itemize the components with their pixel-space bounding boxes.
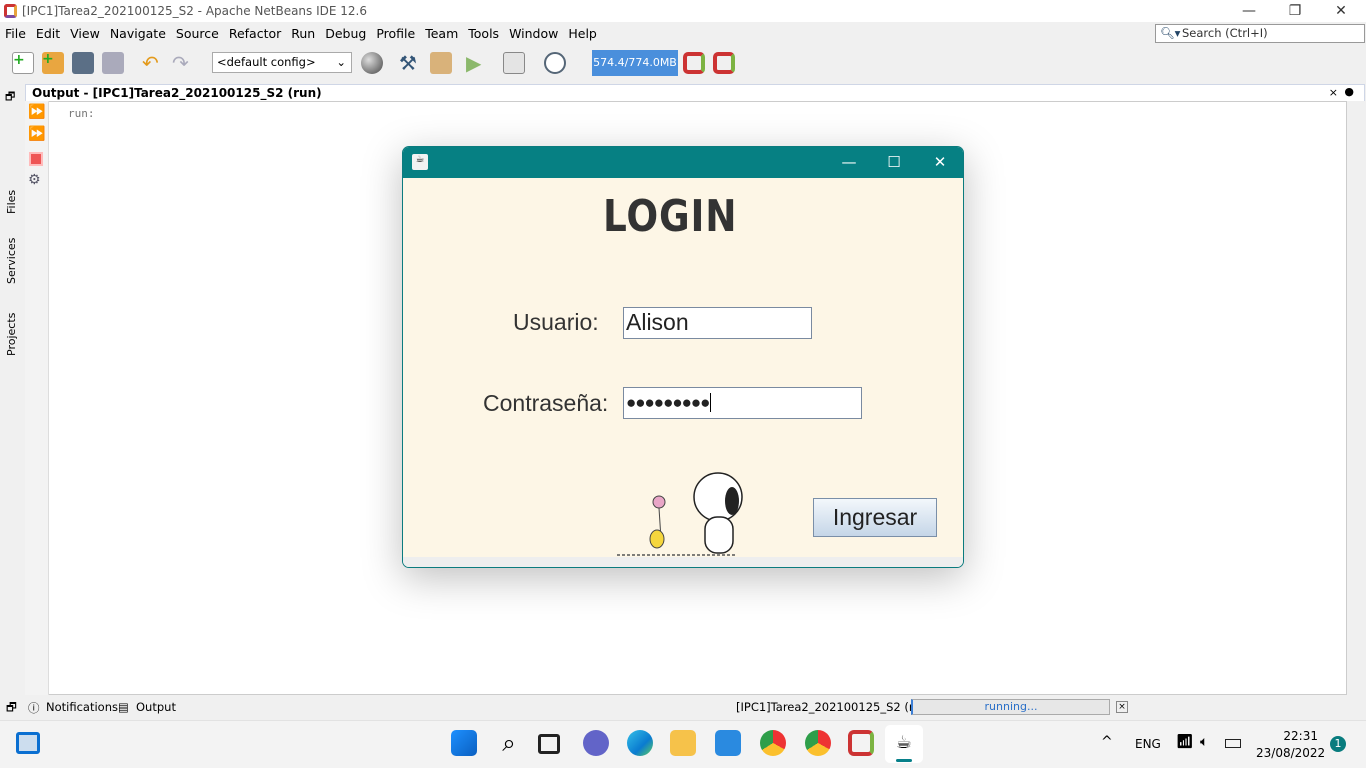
dialog-title-bar: ☕ — ☐ ✕ [403, 147, 963, 178]
close-output-icon[interactable]: × [1329, 86, 1338, 99]
login-dialog: ☕ — ☐ ✕ LOGIN Usuario: Alison Contraseña… [402, 146, 964, 568]
password-input[interactable]: ●●●●●●●●● [623, 387, 862, 419]
java-app-taskbar-button[interactable]: ☕ [885, 725, 923, 763]
notification-badge[interactable]: 1 [1330, 736, 1346, 752]
chevron-up-icon[interactable]: ^ [1101, 734, 1113, 750]
menu-dot-icon[interactable]: ● [1344, 85, 1354, 98]
language-indicator[interactable]: ENG [1135, 737, 1161, 751]
dialog-maximize-button[interactable]: ☐ [879, 151, 909, 173]
volume-icon[interactable]: 🔈︎ [1200, 734, 1208, 750]
battery-icon[interactable] [1225, 739, 1241, 748]
menu-team[interactable]: Team [420, 24, 463, 44]
menu-file[interactable]: File [0, 24, 31, 44]
edge-icon[interactable] [627, 730, 653, 756]
menu-source[interactable]: Source [171, 24, 224, 44]
cancel-task-icon[interactable]: × [1116, 701, 1128, 713]
chat-icon[interactable] [583, 730, 609, 756]
open-project-icon[interactable] [72, 52, 94, 74]
chrome-profile-icon[interactable] [805, 730, 831, 756]
java-taskbar-icon: ☕ [895, 732, 913, 753]
rerun-params-icon[interactable]: ⏩ [28, 126, 45, 142]
usuario-label: Usuario: [513, 309, 599, 335]
menu-window[interactable]: Window [504, 24, 563, 44]
menu-run[interactable]: Run [286, 24, 320, 44]
netbeans-logo-icon [4, 4, 17, 18]
tab-services[interactable]: Services [5, 238, 18, 284]
close-button[interactable]: ✕ [1318, 0, 1364, 22]
start-icon[interactable] [451, 730, 477, 756]
menu-tools[interactable]: Tools [463, 24, 504, 44]
tab-files[interactable]: Files [5, 190, 18, 214]
maximize-button[interactable]: ❐ [1272, 0, 1318, 22]
settings-icon[interactable]: ⚙ [28, 172, 41, 188]
menu-profile[interactable]: Profile [371, 24, 420, 44]
contrasena-label: Contraseña: [483, 390, 609, 416]
search-icon: 🔍︎▾ [1160, 26, 1181, 40]
menu-help[interactable]: Help [563, 24, 602, 44]
login-heading: LOGIN [603, 191, 738, 242]
output-toolbar: ⏩ ⏩ ⚙ [25, 101, 49, 695]
output-tab-icon: ▤ [118, 700, 129, 714]
build-hammer-icon[interactable]: ⚒ [399, 52, 421, 74]
rerun-icon[interactable]: ⏩ [28, 104, 45, 120]
chevron-down-icon: ⌄ [336, 55, 346, 69]
status-bar: 🗗 ⓘ Notifications ▤ Output [IPC1]Tarea2_… [0, 697, 1366, 719]
notifications-tab[interactable]: Notifications [46, 700, 118, 714]
menu-debug[interactable]: Debug [320, 24, 371, 44]
widgets-icon[interactable] [16, 732, 40, 754]
search-input[interactable]: 🔍︎▾ Search (Ctrl+I) [1155, 24, 1365, 43]
menu-edit[interactable]: Edit [31, 24, 65, 44]
java-icon: ☕ [412, 154, 428, 170]
restore-window-icon[interactable]: 🗗 [5, 88, 15, 107]
menu-view[interactable]: View [65, 24, 105, 44]
notifications-icon: ⓘ [28, 701, 40, 715]
profiler-snapshot-icon[interactable] [683, 52, 705, 74]
clock-time[interactable]: 22:31 [1256, 729, 1318, 743]
wifi-icon[interactable]: 📶︎ [1176, 734, 1194, 750]
stop-icon[interactable] [29, 152, 43, 166]
output-text: run: [68, 107, 95, 120]
window-title: [IPC1]Tarea2_202100125_S2 - Apache NetBe… [22, 4, 367, 18]
dialog-close-button[interactable]: ✕ [925, 151, 955, 173]
netbeans-taskbar-icon[interactable] [848, 730, 874, 756]
dialog-footer [403, 557, 963, 567]
output-header: Output - [IPC1]Tarea2_202100125_S2 (run)… [25, 84, 1365, 101]
task-view-icon[interactable] [538, 734, 560, 754]
save-all-icon[interactable] [102, 52, 124, 74]
tab-projects[interactable]: Projects [5, 313, 18, 356]
memory-indicator[interactable]: 574.4/774.0MB [592, 50, 678, 76]
restore-icon[interactable]: 🗗 [6, 700, 17, 719]
redo-icon[interactable]: ↷ [172, 52, 194, 74]
chrome-icon[interactable] [760, 730, 786, 756]
usuario-input[interactable]: Alison [623, 307, 812, 339]
profile-icon[interactable] [544, 52, 566, 74]
dialog-minimize-button[interactable]: — [834, 151, 864, 173]
new-file-icon[interactable]: + [12, 52, 34, 74]
progress-bar: running... [911, 699, 1110, 715]
output-title: Output - [IPC1]Tarea2_202100125_S2 (run) [32, 86, 322, 100]
snoopy-woodstock-image [617, 472, 743, 556]
side-panel-strip: 🗗 Files Services Projects [0, 84, 24, 696]
running-task: [IPC1]Tarea2_202100125_S2 (run) [736, 700, 933, 714]
file-explorer-icon[interactable] [670, 730, 696, 756]
profiler-stop-icon[interactable] [713, 52, 735, 74]
config-select[interactable]: <default config> ⌄ [212, 52, 352, 73]
mail-icon[interactable] [715, 730, 741, 756]
new-project-icon[interactable]: + [42, 52, 64, 74]
globe-icon[interactable] [361, 52, 383, 74]
clock-date[interactable]: 23/08/2022 [1256, 746, 1325, 760]
output-tab[interactable]: Output [136, 700, 176, 714]
menu-refactor[interactable]: Refactor [224, 24, 286, 44]
undo-icon[interactable]: ↶ [142, 52, 164, 74]
run-icon[interactable]: ▶ [466, 52, 488, 74]
debug-icon[interactable] [503, 52, 525, 74]
clean-build-icon[interactable] [430, 52, 452, 74]
minimize-button[interactable]: — [1226, 0, 1272, 22]
title-bar: [IPC1]Tarea2_202100125_S2 - Apache NetBe… [0, 0, 1366, 22]
search-taskbar-icon[interactable]: ⌕ [496, 730, 522, 756]
menu-navigate[interactable]: Navigate [105, 24, 171, 44]
ingresar-button[interactable]: Ingresar [813, 498, 937, 537]
